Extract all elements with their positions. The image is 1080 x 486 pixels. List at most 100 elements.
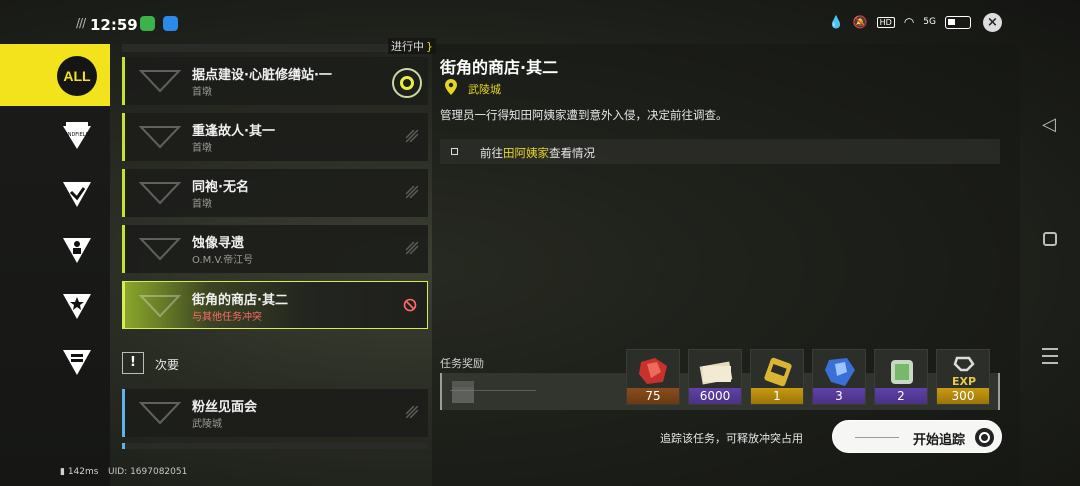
- status-icons: 💧 🔕 HD ◠ 5G: [829, 15, 1002, 29]
- track-hint: 追踪该任务，可释放冲突占用: [660, 432, 803, 445]
- quest-emblem-icon: [138, 126, 182, 149]
- green-capsule-icon: [891, 360, 913, 384]
- quest-card-5-selected[interactable]: 街角的商店·其二 与其他任务冲突: [122, 281, 428, 329]
- water-drop-icon: 💧: [828, 15, 844, 29]
- detail-title: 街角的商店·其二: [440, 58, 559, 77]
- quest-title: 同袍·无名: [192, 180, 249, 195]
- signal-5g-icon: 5G: [923, 17, 936, 27]
- reward-count: 1: [751, 388, 803, 404]
- recents-icon[interactable]: [1042, 348, 1058, 369]
- reward-count: 75: [627, 388, 679, 404]
- quest-emblem-icon: [138, 182, 182, 205]
- quest-location: 首墩: [192, 143, 212, 154]
- target-icon: [975, 428, 994, 447]
- quest-location: 武陵城: [192, 419, 222, 430]
- hatch-icon: [406, 186, 418, 198]
- branch-icon[interactable]: [62, 178, 92, 208]
- svg-text:ENDFIELD: ENDFIELD: [65, 132, 90, 138]
- quest-card-4[interactable]: 蚀像寻遗 O.M.V.帝江号: [122, 225, 428, 273]
- hatch-icon: [406, 130, 418, 142]
- objective-text: 前往田阿姨家查看情况: [480, 145, 595, 161]
- status-time: 12:59: [90, 16, 138, 34]
- location-pin-icon: [445, 79, 457, 95]
- in-progress-tag: 进行中}: [388, 38, 436, 54]
- category-all-tab[interactable]: ALL: [0, 44, 110, 106]
- messages-app-icon: [140, 16, 155, 31]
- quest-card-3[interactable]: 同袍·无名 首墩: [122, 169, 428, 217]
- quest-conflict-note: 与其他任务冲突: [192, 312, 262, 323]
- back-icon[interactable]: ◁: [1042, 114, 1056, 135]
- blue-crystal-icon: [825, 358, 855, 386]
- category-all-label: ALL: [57, 56, 97, 96]
- quest-emblem-icon: [138, 295, 182, 318]
- list-scroll-indicator: [122, 44, 428, 52]
- start-tracking-button[interactable]: 开始追踪: [832, 420, 1002, 453]
- battery-icon: [945, 15, 971, 29]
- reward-divider: [450, 390, 536, 391]
- exp-icon: EXP: [952, 356, 976, 388]
- list-more-indicator: [122, 443, 428, 449]
- in-progress-label: 进行中: [391, 40, 424, 53]
- quest-title: 街角的商店·其二: [192, 293, 288, 308]
- quest-emblem-icon: [138, 402, 182, 425]
- quest-title: 蚀像寻遗: [192, 236, 245, 251]
- hatch-icon: [406, 406, 418, 418]
- secondary-alert-icon: !: [122, 352, 144, 374]
- gold-battery-icon: [764, 357, 792, 387]
- objective-checkbox-icon: [451, 148, 458, 155]
- reward-count: 300: [937, 388, 989, 404]
- conflict-icon: [403, 298, 417, 312]
- reward-item-6[interactable]: EXP 300: [936, 349, 990, 405]
- status-slashes: ///: [76, 16, 86, 30]
- endfield-icon[interactable]: ENDFIELD: [62, 120, 92, 150]
- quest-card-secondary-1[interactable]: 粉丝见面会 武陵城: [122, 389, 428, 437]
- tracked-target-icon[interactable]: [392, 68, 422, 98]
- reward-count: 6000: [689, 388, 741, 404]
- close-icon[interactable]: ×: [983, 13, 1002, 32]
- phone-app-icon: [163, 16, 178, 31]
- signal-bars-icon: ▮: [60, 467, 68, 477]
- person-icon[interactable]: [62, 234, 92, 264]
- quest-emblem-icon: [138, 238, 182, 261]
- quest-location: 首墩: [192, 199, 212, 210]
- reward-count: 2: [875, 388, 927, 404]
- quest-location: 首墩: [192, 87, 212, 98]
- reward-item-3[interactable]: 1: [750, 349, 804, 405]
- uid-label: UID: 1697082051: [108, 467, 188, 477]
- detail-location: 武陵城: [468, 83, 501, 96]
- secondary-header: 次要: [155, 358, 180, 372]
- home-icon[interactable]: [1043, 232, 1057, 246]
- reward-item-5[interactable]: 2: [874, 349, 928, 405]
- rewards-label: 任务奖励: [440, 357, 484, 370]
- star-icon[interactable]: [62, 290, 92, 320]
- objective-highlight: 田阿姨家: [503, 146, 549, 160]
- objective-suffix: 查看情况: [549, 146, 595, 160]
- box-icon: [452, 381, 474, 403]
- mute-bell-icon: 🔕: [852, 15, 868, 29]
- crown-icon[interactable]: [62, 346, 92, 376]
- reward-item-2[interactable]: 6000: [688, 349, 742, 405]
- reward-count: 3: [813, 388, 865, 404]
- detail-description: 管理员一行得知田阿姨家遭到意外入侵，决定前往调查。: [440, 108, 728, 122]
- status-bar: /// 12:59 💧 🔕 HD ◠ 5G ×: [0, 0, 1080, 46]
- ping-readout: ▮ 142ms: [60, 467, 98, 477]
- quest-emblem-icon: [138, 70, 182, 93]
- quest-location: O.M.V.帝江号: [192, 255, 254, 266]
- quest-card-2[interactable]: 重逢故人·其一 首墩: [122, 113, 428, 161]
- quest-title: 据点建设·心脏修缮站·一: [192, 68, 332, 83]
- money-bills-icon: [699, 361, 733, 385]
- quest-title: 重逢故人·其一: [192, 124, 275, 139]
- category-sidebar: ALL ENDFIELD: [0, 44, 110, 486]
- button-line: [855, 437, 899, 438]
- quest-card-1[interactable]: 据点建设·心脏修缮站·一 首墩: [122, 57, 428, 105]
- reward-item-4[interactable]: 3: [812, 349, 866, 405]
- quest-title: 粉丝见面会: [192, 400, 258, 415]
- ping-value: 142ms: [67, 467, 99, 477]
- red-crystal-icon: [639, 358, 667, 384]
- reward-item-1[interactable]: 75: [626, 349, 680, 405]
- wifi-icon: ◠: [903, 15, 915, 29]
- start-tracking-label: 开始追踪: [913, 433, 966, 448]
- exp-text: EXP: [952, 375, 976, 388]
- hatch-icon: [406, 242, 418, 254]
- objective-prefix: 前往: [480, 146, 503, 160]
